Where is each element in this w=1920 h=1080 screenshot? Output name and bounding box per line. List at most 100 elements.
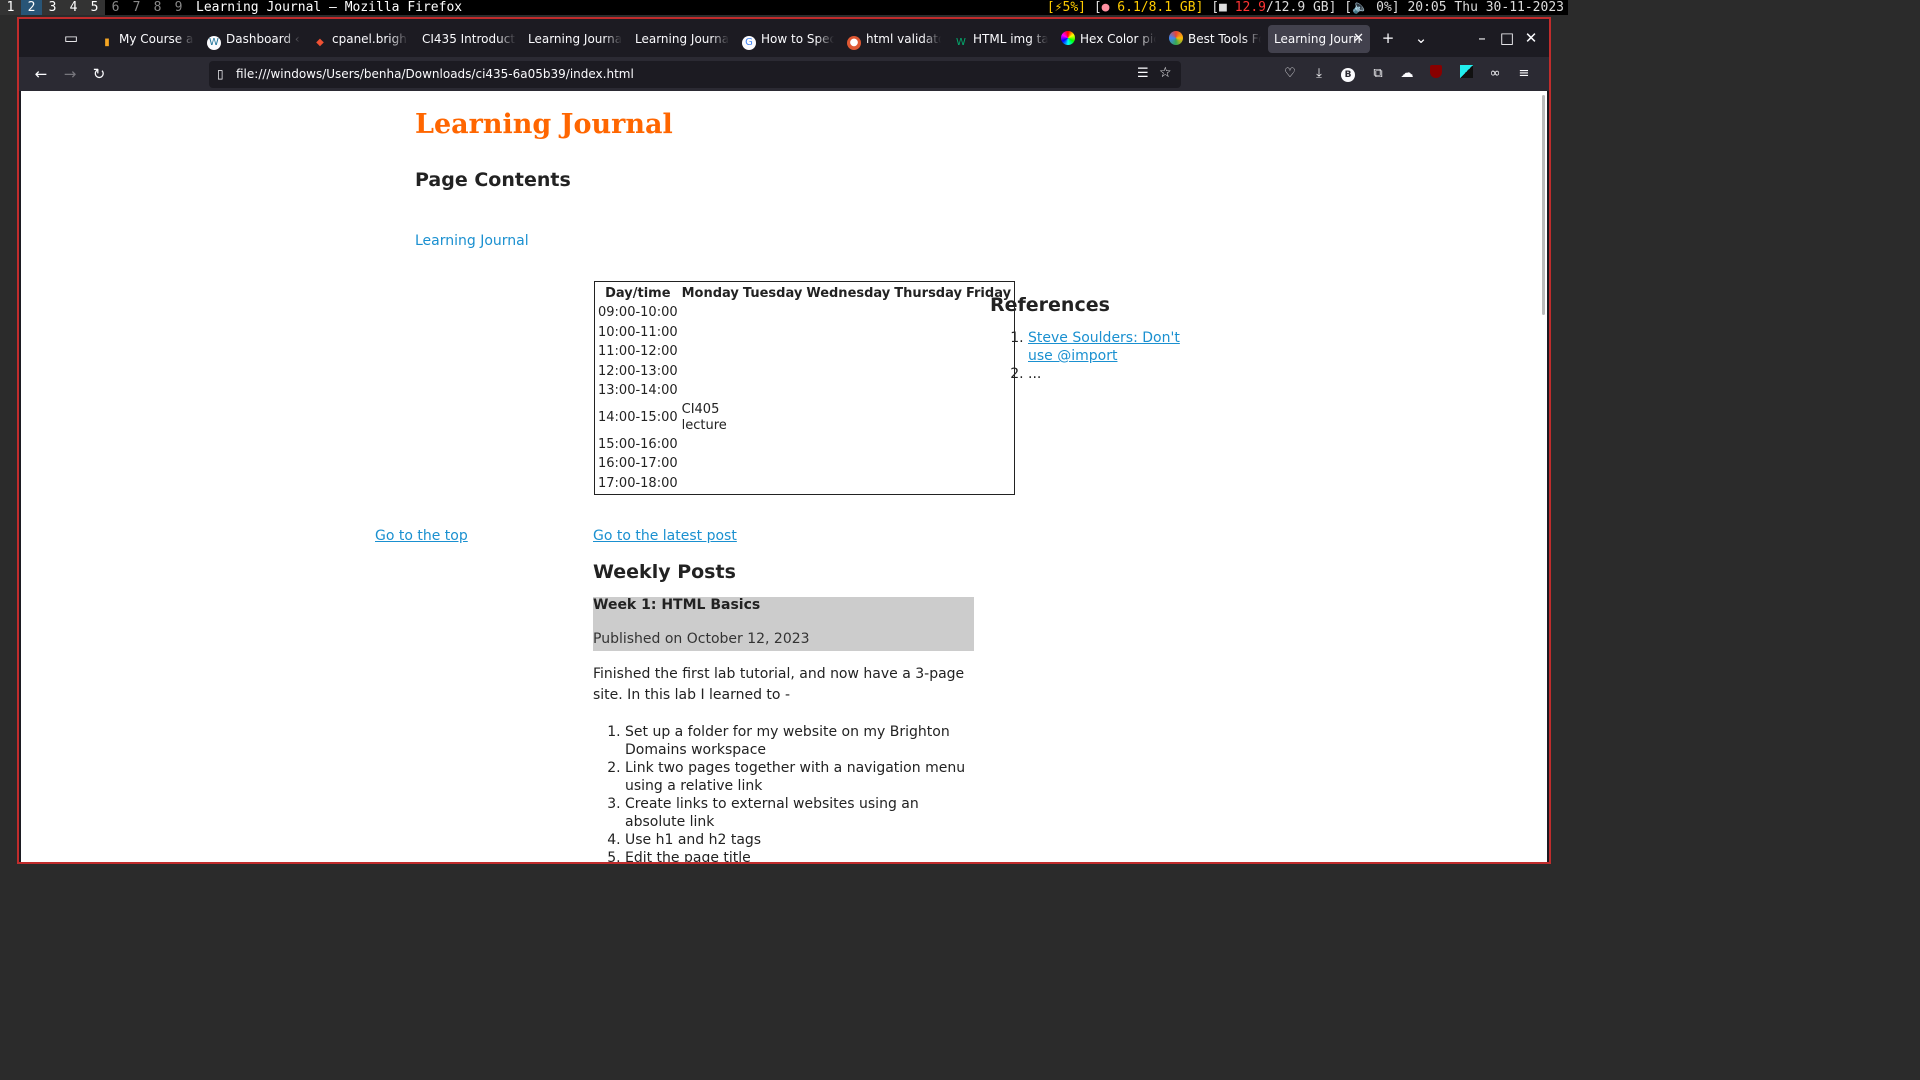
list-item: Use h1 and h2 tags: [625, 831, 980, 849]
app-menu-icon[interactable]: ≡: [1515, 65, 1533, 83]
tab-9[interactable]: W HTML img ta: [948, 25, 1048, 53]
workspace-button[interactable]: 2: [21, 0, 42, 15]
timetable-cell: [965, 475, 1012, 493]
tab-6[interactable]: Learning Journal: [629, 25, 729, 53]
timetable-cell: [805, 382, 891, 400]
list-all-tabs-chevron-down-icon[interactable]: ⌄: [1411, 29, 1431, 47]
timetable-cell: [742, 324, 803, 342]
tab-1[interactable]: ▮ My Course ar: [94, 25, 194, 53]
timetable-header-cell: Tuesday: [742, 285, 803, 301]
table-row: 09:00-10:00: [597, 304, 1012, 322]
table-row: 14:00-15:00 CI405 lecture: [597, 402, 1012, 434]
close-tab-icon[interactable]: ✕: [1353, 25, 1364, 53]
workspace-button[interactable]: 6: [105, 0, 126, 15]
tab-strip: ▭ ▮ My Course ar W Dashboard ‹ ◆ cpanel.brigh…: [19, 19, 1549, 57]
post-title: Week 1: HTML Basics: [593, 597, 761, 613]
url-bar[interactable]: ▯ file:///windows/Users/benha/Downloads/…: [209, 61, 1181, 88]
url-text[interactable]: file:///windows/Users/benha/Downloads/ci…: [236, 61, 634, 88]
workspace-button[interactable]: 5: [84, 0, 105, 15]
duckduckgo-icon: ●: [847, 36, 861, 50]
tab-label: Learning Journ: [1274, 32, 1361, 46]
workspace-button[interactable]: 7: [126, 0, 147, 15]
tab-11[interactable]: Best Tools Fo: [1163, 25, 1261, 53]
tab-fade: [1243, 25, 1261, 53]
workspace-button[interactable]: 4: [63, 0, 84, 15]
bookmark-star-icon[interactable]: ☆: [1159, 65, 1172, 81]
tab-fade: [923, 25, 941, 53]
time-slot-cell: 17:00-18:00: [598, 475, 678, 491]
reader-view-icon[interactable]: ☰: [1137, 66, 1149, 81]
post-intro: Finished the first lab tutorial, and now…: [593, 666, 965, 703]
workspace-button[interactable]: 8: [147, 0, 168, 15]
timetable-header-cell: Wednesday: [806, 285, 891, 301]
forward-arrow-icon[interactable]: →: [59, 64, 81, 84]
weekly-posts-heading: Weekly Posts: [593, 561, 736, 583]
extension-cloud-icon[interactable]: ☁: [1398, 65, 1416, 83]
reload-icon[interactable]: ↻: [88, 64, 110, 84]
tab-2[interactable]: W Dashboard ‹: [201, 25, 301, 53]
timetable-cell: [681, 363, 740, 381]
timetable-cell: [742, 304, 803, 322]
go-to-latest-post-link[interactable]: Go to the latest post: [593, 528, 737, 544]
tab-12[interactable]: Learning Journ ✕: [1268, 25, 1370, 53]
list-item: Set up a folder for my website on my Bri…: [625, 723, 980, 759]
timetable-cell: [681, 455, 740, 473]
new-tab-button[interactable]: +: [1378, 29, 1398, 47]
scrollbar-thumb[interactable]: [1542, 95, 1545, 315]
tab-3[interactable]: ◆ cpanel.bright: [307, 25, 408, 53]
pocket-icon[interactable]: ♡: [1281, 65, 1299, 83]
timetable-cell: [742, 436, 803, 454]
timetable-cell: [681, 475, 740, 493]
timetable-cell: [965, 436, 1012, 454]
timetable-cell: [805, 436, 891, 454]
timetable-cell: [742, 402, 803, 434]
time-slot-cell: 09:00-10:00: [598, 305, 678, 321]
reference-link[interactable]: Steve Soulders: Don't use @import: [1028, 330, 1180, 364]
tab-7[interactable]: G How to Speci: [736, 25, 834, 53]
time-slot-cell: 13:00-14:00: [598, 383, 678, 399]
list-item: Link two pages together with a navigatio…: [625, 759, 980, 795]
close-window-button[interactable]: ✕: [1521, 29, 1541, 47]
extension-colorzilla-icon[interactable]: [1457, 65, 1475, 83]
tab-8[interactable]: ● html validato: [841, 25, 941, 53]
timetable-cell: [965, 363, 1012, 381]
extension-glasses-icon[interactable]: ∞: [1486, 65, 1504, 83]
timetable-header-cell: Day/time: [605, 285, 671, 301]
workspace-list: 123456789: [0, 0, 189, 15]
tab-5[interactable]: Learning Journal: [522, 25, 622, 53]
tab-fade: [498, 25, 516, 53]
timetable-cell: [805, 304, 891, 322]
table-row: 16:00-17:00: [597, 455, 1012, 473]
disk-total: /12.9 GB]: [1266, 0, 1337, 15]
minimize-button[interactable]: –: [1472, 29, 1492, 47]
brain-icon: ●: [1101, 0, 1110, 15]
workspace-button[interactable]: 9: [168, 0, 189, 15]
system-status: [⚡5%] [● 6.1/8.1 GB] [■ 12.9/12.9 GB] [🔈…: [1047, 0, 1564, 15]
back-arrow-icon[interactable]: ←: [30, 64, 52, 84]
workspace-button[interactable]: 3: [42, 0, 63, 15]
disk-used: 12.9: [1234, 0, 1267, 15]
timetable-cell: [805, 455, 891, 473]
timetable-cell: [965, 455, 1012, 473]
go-to-top-link[interactable]: Go to the top: [375, 528, 468, 544]
timetable-cell: [742, 455, 803, 473]
maximize-button[interactable]: □: [1497, 29, 1517, 47]
timetable-cell: [681, 304, 740, 322]
timetable-cell: [805, 363, 891, 381]
timetable: Day/time Monday Tuesday Wednesday Thursday Fr…: [594, 281, 1016, 495]
learning-journal-link[interactable]: Learning Journal: [415, 233, 529, 249]
tab-4[interactable]: CI435 Introducti: [416, 25, 516, 53]
downloads-icon[interactable]: ⤓: [1310, 65, 1328, 83]
tab-10[interactable]: Hex Color pic: [1055, 25, 1156, 53]
extension-b-icon[interactable]: B: [1339, 65, 1357, 83]
workspace-button[interactable]: 1: [0, 0, 21, 15]
tab-groups-icon[interactable]: ▭: [61, 29, 81, 47]
status-bar: 123456789 Learning Journal — Mozilla Fir…: [0, 0, 1568, 15]
table-row: 10:00-11:00: [597, 324, 1012, 342]
timetable-cell: [893, 363, 963, 381]
timetable-cell: [805, 343, 891, 361]
extensions-puzzle-icon[interactable]: ⧉: [1369, 65, 1387, 83]
ublock-origin-icon[interactable]: [1427, 65, 1445, 83]
timetable-cell: [742, 475, 803, 493]
list-item: Edit the page title: [625, 849, 980, 862]
